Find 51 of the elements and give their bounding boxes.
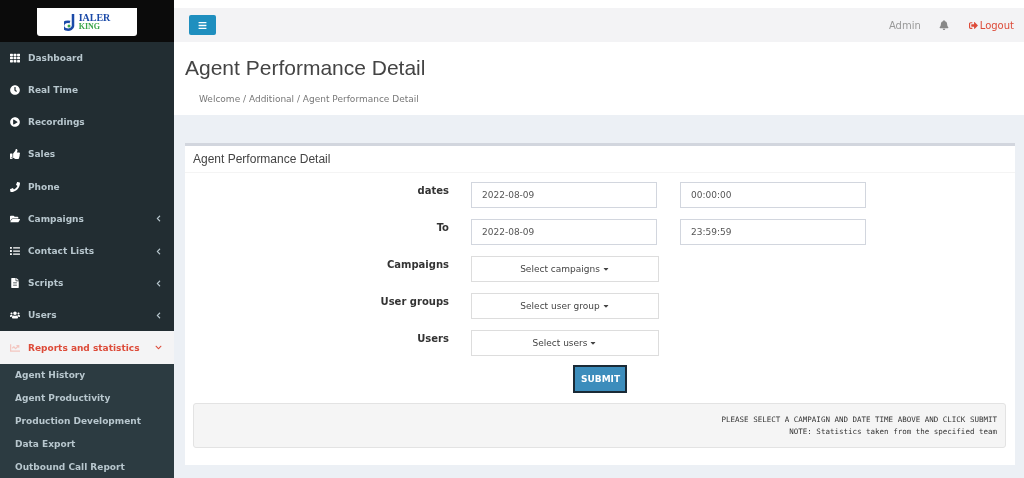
field-label: Campaigns: [385, 258, 449, 270]
sidebar-item[interactable]: Recordings: [0, 106, 174, 139]
thumbs-up-icon: [10, 149, 20, 160]
sidebar-item[interactable]: Contact Lists: [0, 234, 174, 268]
sidebar-item[interactable]: Phone: [0, 170, 174, 203]
submenu-item[interactable]: Production Development: [0, 409, 174, 433]
sidebar-item[interactable]: Users: [0, 299, 174, 332]
bell-icon[interactable]: [938, 20, 949, 30]
sidebar-item[interactable]: Scripts: [0, 267, 174, 300]
phone-icon: [10, 181, 20, 192]
dropdown-button[interactable]: Select user group: [471, 293, 659, 319]
submenu-item[interactable]: Outbound Call Report: [0, 455, 174, 478]
sidebar-item[interactable]: Campaigns: [0, 202, 174, 235]
submenu-item[interactable]: Agent History: [0, 363, 174, 387]
grid-icon: [10, 52, 20, 63]
caret-icon: [601, 302, 610, 310]
caret-icon: [589, 339, 598, 347]
logout-link[interactable]: Logout: [968, 19, 1014, 31]
sidebar-item[interactable]: Real Time: [0, 74, 174, 107]
input-field[interactable]: 2022-08-09: [471, 182, 657, 208]
dropdown-button[interactable]: Select users: [471, 330, 659, 356]
folder-icon: [10, 213, 20, 224]
logout-icon: [968, 20, 978, 30]
play-icon: [10, 117, 20, 128]
menu-button[interactable]: [189, 15, 216, 35]
page-title: Agent Performance Detail: [185, 56, 427, 80]
sidebar-item[interactable]: Sales: [0, 138, 174, 171]
dropdown-button[interactable]: Select campaigns: [471, 256, 659, 282]
submenu-item[interactable]: Data Export: [0, 432, 174, 456]
document-icon: [10, 278, 20, 289]
clock-icon: [10, 85, 20, 96]
logo-subtext: KING: [78, 23, 101, 31]
input-field[interactable]: 00:00:00: [680, 182, 866, 208]
users-icon: [10, 310, 20, 321]
chart-icon: [10, 342, 20, 353]
field-label: dates: [416, 184, 449, 196]
list-icon: [10, 246, 20, 256]
caret-icon: [601, 265, 610, 273]
input-field[interactable]: 2022-08-09: [471, 219, 657, 245]
field-label: User groups: [379, 295, 449, 307]
card-title: Agent Performance Detail: [185, 146, 1015, 173]
menu-icon: [198, 20, 207, 30]
field-label: Users: [416, 332, 449, 344]
breadcrumb: Welcome / Additional / Agent Performance Detail: [199, 94, 420, 104]
field-label: To: [435, 221, 449, 233]
sidebar-item[interactable]: Dashboard: [0, 41, 174, 74]
sidebar-item[interactable]: Reports and statistics: [0, 331, 174, 364]
submit-button[interactable]: SUBMIT: [573, 365, 627, 393]
logo-text: IALER: [78, 13, 111, 23]
input-field[interactable]: 23:59:59: [680, 219, 866, 245]
submenu-item[interactable]: Agent Productivity: [0, 386, 174, 410]
